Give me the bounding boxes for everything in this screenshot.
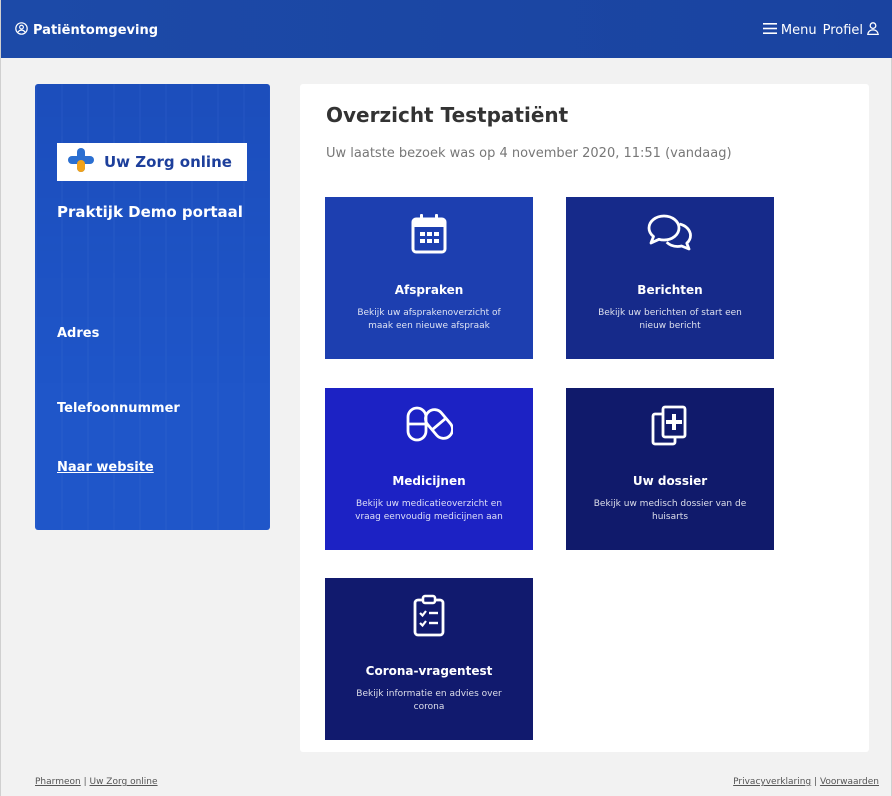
hamburger-icon xyxy=(762,23,777,38)
menu-label: Menu xyxy=(780,23,817,38)
page-title: Overzicht Testpatiënt xyxy=(326,103,569,127)
tile-medicijnen[interactable]: Medicijnen Bekijk uw medicatieoverzicht … xyxy=(325,388,533,550)
footer-link-voorwaarden[interactable]: Voorwaarden xyxy=(820,777,879,787)
last-visit-text: Uw laatste bezoek was op 4 november 2020… xyxy=(326,146,732,161)
tile-title: Medicijnen xyxy=(392,474,466,488)
tile-title: Berichten xyxy=(637,283,703,297)
pills-icon xyxy=(325,404,533,448)
footer-link-privacy[interactable]: Privacyverklaring xyxy=(733,777,811,787)
tile-description: Bekijk uw berichten of start een nieuw b… xyxy=(598,308,742,331)
tile-description: Bekijk uw medicatieoverzicht en vraag ee… xyxy=(355,499,503,522)
footer-right: Privacyverklaring | Voorwaarden xyxy=(733,777,879,787)
medical-file-icon xyxy=(566,404,774,448)
overview-panel: Overzicht Testpatiënt Uw laatste bezoek … xyxy=(300,84,869,752)
calendar-icon xyxy=(325,213,533,257)
user-circle-icon xyxy=(15,22,28,39)
plus-logo-icon xyxy=(68,148,94,176)
practice-name: Praktijk Demo portaal xyxy=(57,203,243,221)
logo-text: Uw Zorg online xyxy=(104,153,232,171)
profile-label: Profiel xyxy=(822,23,863,38)
tile-corona-vragentest[interactable]: Corona-vragentest Bekijk informatie en a… xyxy=(325,578,533,740)
checklist-icon xyxy=(325,594,533,638)
practice-sidebar: Uw Zorg online Praktijk Demo portaal Adr… xyxy=(35,84,270,530)
user-icon xyxy=(867,22,879,39)
menu-button[interactable]: Menu xyxy=(762,23,817,38)
profile-button[interactable]: Profiel xyxy=(823,22,879,39)
chat-icon xyxy=(566,213,774,257)
top-bar: Patiëntomgeving Menu Profiel xyxy=(1,0,892,58)
footer-link-uw-zorg-online[interactable]: Uw Zorg online xyxy=(90,777,158,787)
tile-description: Bekijk uw afsprakenoverzicht of maak een… xyxy=(357,308,501,331)
tile-description: Bekijk informatie en advies over corona xyxy=(356,689,502,712)
header-nav: Menu Profiel xyxy=(762,22,879,39)
uw-zorg-online-logo: Uw Zorg online xyxy=(57,143,247,181)
brand-label: Patiëntomgeving xyxy=(33,23,158,38)
tile-afspraken[interactable]: Afspraken Bekijk uw afsprakenoverzicht o… xyxy=(325,197,533,359)
tile-uw-dossier[interactable]: Uw dossier Bekijk uw medisch dossier van… xyxy=(566,388,774,550)
footer-left: Pharmeon | Uw Zorg online xyxy=(35,777,158,787)
tile-description: Bekijk uw medisch dossier van de huisart… xyxy=(593,499,747,522)
footer-link-pharmeon[interactable]: Pharmeon xyxy=(35,777,81,787)
tile-berichten[interactable]: Berichten Bekijk uw berichten of start e… xyxy=(566,197,774,359)
phone-label: Telefoonnummer xyxy=(57,401,180,416)
tile-title: Afspraken xyxy=(394,283,464,297)
tile-title: Corona-vragentest xyxy=(365,664,493,678)
footer-separator: | xyxy=(83,777,87,787)
tile-title: Uw dossier xyxy=(632,474,708,488)
brand[interactable]: Patiëntomgeving xyxy=(15,22,158,39)
address-label: Adres xyxy=(57,326,100,341)
footer-separator: | xyxy=(814,777,818,787)
website-link[interactable]: Naar website xyxy=(57,460,154,475)
